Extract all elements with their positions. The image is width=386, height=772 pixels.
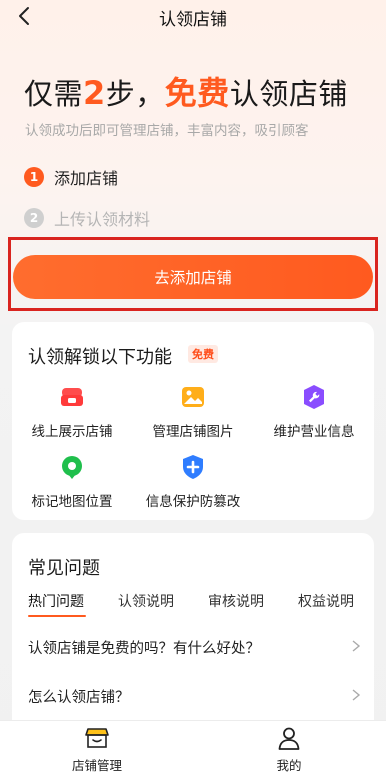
wrench-icon	[304, 385, 324, 409]
bottom-nav: 店铺管理 我的	[0, 720, 386, 772]
step-upload-materials: 2 上传认领材料	[24, 206, 150, 230]
hero-step-count: 2	[83, 74, 106, 112]
faq-question: 怎么认领店铺？	[28, 690, 130, 706]
faq-tabs: 热门问题 认领说明 审核说明 权益说明	[28, 591, 368, 617]
features-title: 认领解锁以下功能	[28, 347, 172, 368]
step-label: 添加店铺	[54, 169, 119, 188]
feature-label: 标记地图位置	[31, 494, 113, 510]
feature-map-location: 标记地图位置	[12, 454, 132, 510]
tab-hot-questions[interactable]: 热门问题	[28, 591, 84, 611]
chevron-right-icon	[352, 689, 361, 701]
nav-mine[interactable]: 我的	[244, 725, 334, 772]
step-number-badge: 1	[24, 167, 44, 187]
faq-item[interactable]: 怎么认领店铺？	[28, 686, 362, 707]
feature-info-protection: 信息保护防篡改	[133, 454, 253, 510]
faq-question: 认领店铺是免费的吗？有什么好处？	[28, 641, 260, 657]
feature-label: 维护营业信息	[273, 424, 355, 440]
shop-icon	[85, 728, 109, 748]
shield-plus-icon	[183, 455, 203, 479]
feature-business-info: 维护营业信息	[254, 384, 374, 440]
free-badge: 免费	[188, 345, 218, 363]
feature-label: 信息保护防篡改	[145, 494, 241, 510]
faq-card: 常见问题 热门问题 认领说明 审核说明 权益说明 认领店铺是免费的吗？有什么好处…	[12, 533, 374, 733]
store-display-icon	[61, 388, 83, 406]
feature-manage-images: 管理店铺图片	[133, 384, 253, 440]
step-label: 上传认领材料	[54, 210, 151, 229]
features-card: 认领解锁以下功能 免费 线上展示店铺 管理店铺图片 维护营业信息 标记地图位置	[12, 322, 374, 520]
step-add-store: 1 添加店铺	[24, 165, 118, 189]
page-title: 认领店铺	[159, 10, 227, 30]
tab-rights-guide[interactable]: 权益说明	[298, 591, 354, 611]
feature-store-display: 线上展示店铺	[12, 384, 132, 440]
tab-claim-guide[interactable]: 认领说明	[118, 591, 174, 611]
hero-subtitle: 认领成功后即可管理店铺，丰富内容，吸引顾客	[25, 123, 309, 139]
chevron-right-icon	[352, 640, 361, 652]
map-pin-icon	[62, 456, 82, 479]
feature-label: 管理店铺图片	[152, 424, 234, 440]
hero-free-text: 免费	[164, 74, 230, 112]
faq-item[interactable]: 认领店铺是免费的吗？有什么好处？	[28, 637, 362, 658]
tab-review-guide[interactable]: 审核说明	[208, 591, 264, 611]
active-tab-indicator	[28, 615, 86, 617]
nav-store-management[interactable]: 店铺管理	[52, 725, 142, 772]
person-icon	[278, 727, 300, 750]
feature-label: 线上展示店铺	[31, 424, 113, 440]
nav-label: 店铺管理	[71, 758, 122, 772]
top-bar: 认领店铺	[0, 0, 386, 34]
image-icon	[182, 387, 204, 407]
add-store-button[interactable]: 去添加店铺	[13, 255, 373, 299]
step-number-badge: 2	[24, 208, 44, 228]
nav-label: 我的	[276, 758, 302, 772]
faq-title: 常见问题	[28, 558, 100, 579]
hero-title: 仅需2步，免费认领店铺	[24, 74, 348, 112]
